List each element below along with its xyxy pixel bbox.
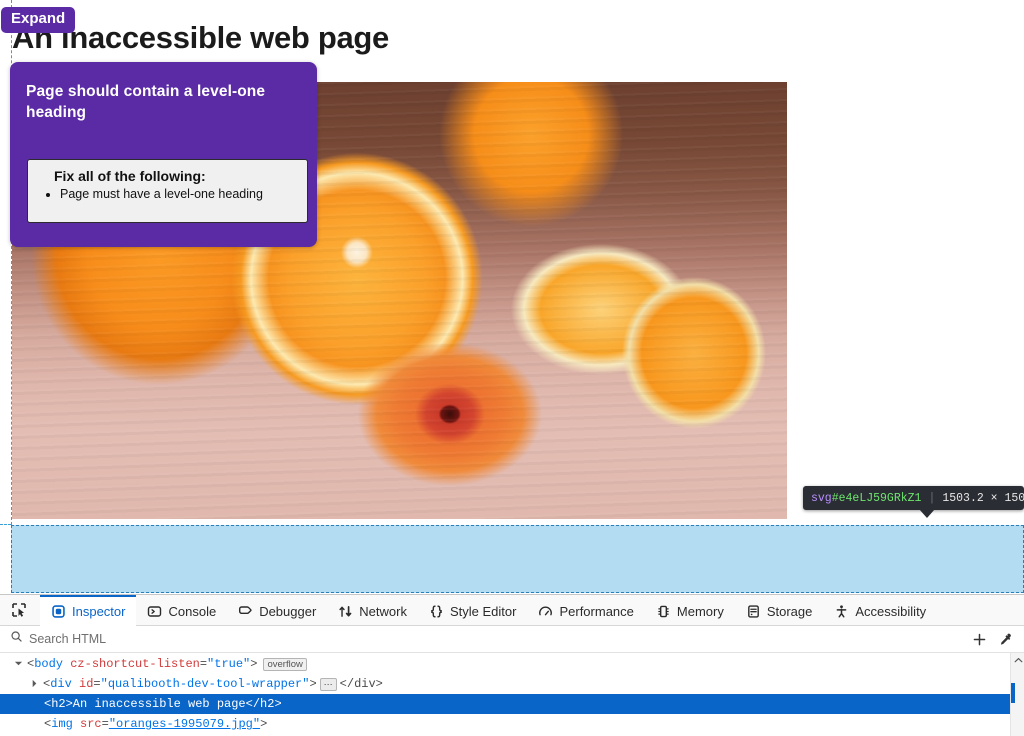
tab-storage[interactable]: Storage [735, 595, 824, 626]
search-icon [10, 630, 23, 648]
plus-icon[interactable] [966, 628, 992, 650]
tab-label: Inspector [72, 603, 126, 619]
tab-console[interactable]: Console [136, 595, 227, 626]
node-tag: div [50, 677, 72, 691]
tooltip-arrow [919, 509, 935, 518]
node-attr-value: "oranges-1995079.jpg" [109, 714, 260, 734]
element-highlight-overlay [11, 525, 1024, 593]
tab-label: Network [359, 603, 407, 619]
element-info-tooltip: svg #e4eLJ59GRkZ1 | 1503.2 × 150 [803, 486, 1024, 510]
devtools-panel: Inspector Console Debugger Network Style… [0, 594, 1024, 736]
accessibility-issue-panel: Page should contain a level-one heading … [10, 62, 317, 247]
storage-icon [746, 604, 761, 619]
chevron-right-icon[interactable] [30, 679, 40, 689]
accessibility-issue-message: Page should contain a level-one heading [26, 83, 266, 121]
network-icon [338, 604, 353, 619]
element-picker-icon[interactable] [4, 597, 34, 624]
memory-icon [656, 604, 671, 619]
console-icon [147, 604, 162, 619]
table-row[interactable]: < body cz-shortcut-listen = "true" > overflow [0, 654, 1024, 674]
tab-label: Performance [559, 603, 634, 619]
tab-performance[interactable]: Performance [527, 595, 644, 626]
fix-all-title: Fix all of the following: [54, 168, 206, 184]
markup-scrollbar[interactable] [1010, 653, 1024, 736]
collapsed-children-badge[interactable]: ⋯ [319, 677, 337, 691]
tab-network[interactable]: Network [327, 595, 418, 626]
table-row[interactable]: <h2>An inaccessible web page</h2> [0, 694, 1024, 714]
expand-button[interactable]: Expand [1, 7, 76, 33]
search-placeholder: Search HTML [29, 632, 107, 646]
node-attr-value: "true" [207, 657, 251, 671]
tab-label: Debugger [259, 603, 317, 619]
devtools-toolbar: Inspector Console Debugger Network Style… [0, 594, 1024, 626]
tooltip-dimensions: 1503.2 × 150 [942, 491, 1024, 505]
devtools-tab-list: Inspector Console Debugger Network Style… [40, 594, 1024, 626]
accessibility-icon [834, 604, 849, 619]
node-attr-value: "qualibooth-dev-tool-wrapper" [100, 677, 310, 691]
highlight-guide-horizontal [0, 524, 11, 525]
overflow-badge: overflow [263, 657, 307, 671]
tooltip-separator: | [928, 491, 936, 505]
tab-style-editor[interactable]: Style Editor [418, 595, 527, 626]
fix-all-box: Fix all of the following: Page must have… [27, 159, 308, 223]
markup-view: < body cz-shortcut-listen = "true" > overflow… [0, 653, 1024, 736]
node-attr-value-link[interactable]: "oranges-1995079.jpg" [109, 717, 260, 731]
tab-debugger[interactable]: Debugger [227, 595, 327, 626]
scrollbar-thumb[interactable] [1011, 683, 1015, 703]
tab-label: Memory [676, 603, 724, 619]
table-row[interactable]: < img src = "oranges-1995079.jpg" > [0, 714, 1024, 734]
node-attr-name: id [79, 677, 94, 691]
node-markup-text: <h2>An inaccessible web page</h2> [44, 697, 282, 711]
fix-all-list: Page must have a level-one heading [40, 186, 297, 202]
table-row[interactable]: < div id = "qualibooth-dev-tool-wrapper" > ⋯ <… [0, 674, 1024, 694]
list-item: Page must have a level-one heading [60, 186, 297, 202]
tooltip-element-id: #e4eLJ59GRkZ1 [831, 491, 922, 505]
style-editor-icon [429, 604, 444, 619]
search-input[interactable]: Search HTML [10, 630, 966, 648]
node-attr-name: cz-shortcut-listen [70, 657, 200, 671]
node-tag: img [51, 717, 73, 731]
eyedropper-icon[interactable] [992, 628, 1018, 650]
tab-accessibility[interactable]: Accessibility [823, 595, 937, 626]
chevron-up-icon[interactable] [1011, 653, 1024, 667]
node-attr-name: src [80, 717, 102, 731]
node-tag: body [34, 657, 64, 671]
tab-memory[interactable]: Memory [645, 595, 735, 626]
tab-label: Style Editor [449, 603, 517, 619]
tab-label: Console [168, 603, 217, 619]
chevron-down-icon[interactable] [14, 659, 24, 669]
tab-label: Storage [766, 603, 813, 619]
browser-viewport: An inaccessible web page Page should con… [0, 0, 1024, 594]
debugger-icon [238, 604, 253, 619]
inspector-icon [51, 604, 66, 619]
tooltip-tag-name: svg [811, 491, 832, 505]
performance-icon [538, 604, 553, 619]
node-closing-tag: </div> [339, 677, 383, 691]
tab-inspector[interactable]: Inspector [40, 594, 137, 626]
tab-label: Accessibility [855, 603, 927, 619]
devtools-search-row: Search HTML [0, 626, 1024, 653]
